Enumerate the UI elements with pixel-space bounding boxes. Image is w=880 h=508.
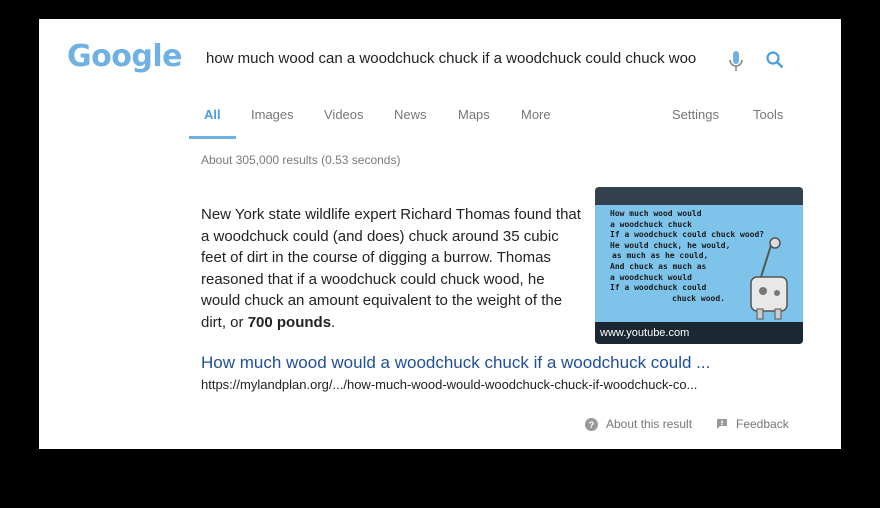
feedback-icon xyxy=(717,419,727,429)
snippet-highlight: 700 pounds xyxy=(247,313,332,331)
about-this-result-label: About this result xyxy=(606,417,693,431)
tab-more[interactable]: More xyxy=(521,107,551,122)
result-title-link[interactable]: How much wood would a woodchuck chuck if… xyxy=(201,353,710,373)
svg-text:?: ? xyxy=(589,420,595,430)
thumbnail-line: How much wood would xyxy=(610,209,702,218)
thumbnail-line: If a woodchuck could chuck wood? xyxy=(610,230,765,240)
thumbnail-source: www.youtube.com xyxy=(595,322,803,344)
tab-images[interactable]: Images xyxy=(251,107,294,122)
thumbnail-line: a woodchuck chuck xyxy=(610,219,692,229)
woodchuck-illustration xyxy=(750,237,788,320)
thumbnail-line: chuck wood. xyxy=(672,293,725,303)
thumbnail-line: If a woodchuck could xyxy=(610,283,707,293)
tab-tools[interactable]: Tools xyxy=(753,107,783,122)
tab-videos[interactable]: Videos xyxy=(324,107,364,122)
logo-text: Google xyxy=(67,39,182,74)
thumbnail-line: He would chuck, he would, xyxy=(610,240,731,250)
thumbnail-line: And chuck as much as xyxy=(610,261,707,271)
feedback-label: Feedback xyxy=(736,417,789,431)
thumbnail-line: a woodchuck would xyxy=(610,272,692,282)
tab-news[interactable]: News xyxy=(394,107,427,122)
feedback-link[interactable]: Feedback xyxy=(716,417,789,431)
result-stats: About 305,000 results (0.53 seconds) xyxy=(201,153,401,167)
google-logo[interactable]: Google xyxy=(67,39,182,74)
help-icon: ? xyxy=(585,417,598,431)
search-icon[interactable] xyxy=(765,50,785,70)
featured-snippet-text: New York state wildlife expert Richard T… xyxy=(201,204,581,334)
snippet-text-end: . xyxy=(331,313,336,331)
thumbnail-line: as much as he could, xyxy=(612,251,709,261)
result-url: https://mylandplan.org/.../how-much-wood… xyxy=(201,377,698,392)
tab-all[interactable]: All xyxy=(204,107,221,122)
video-thumbnail[interactable]: How much wood would a woodchuck chuck If… xyxy=(595,187,803,344)
tab-maps[interactable]: Maps xyxy=(458,107,490,122)
thumbnail-poem: How much wood would a woodchuck chuck If… xyxy=(610,209,764,304)
active-tab-indicator xyxy=(189,136,236,139)
tab-settings[interactable]: Settings xyxy=(672,107,719,122)
search-results-card: Google how much wood can a woodchuck chu… xyxy=(39,19,841,449)
search-input[interactable]: how much wood can a woodchuck chuck if a… xyxy=(206,50,696,67)
microphone-icon[interactable] xyxy=(727,50,745,74)
thumbnail-topbar xyxy=(595,187,803,205)
snippet-text: New York state wildlife expert Richard T… xyxy=(201,206,581,331)
about-this-result[interactable]: ? About this result xyxy=(585,417,692,431)
